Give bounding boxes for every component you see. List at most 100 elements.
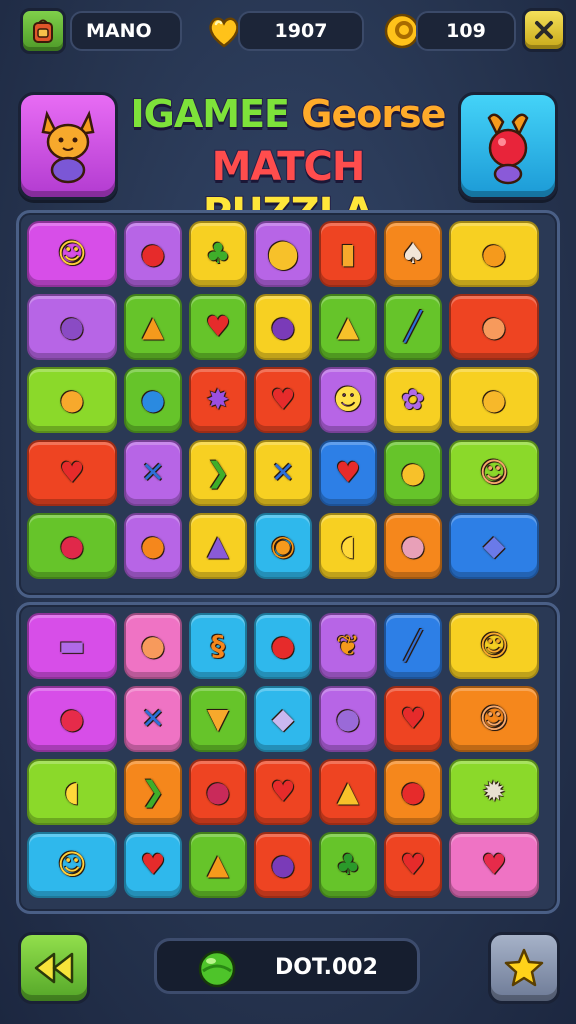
tile-bottom-r1-c5[interactable]: ❦ [319,613,377,679]
tile-top-r5-c5[interactable]: ◖ [319,513,377,579]
hedgehog-icon: ✹ [482,775,506,808]
tile-top-r4-c6[interactable]: ● [384,440,442,506]
tile-top-r4-c4[interactable]: ✕ [254,440,312,506]
tile-bottom-r3-c2[interactable]: ❯ [124,759,182,825]
tile-top-r5-c2[interactable]: ● [124,513,182,579]
strawberry-icon: ♥ [335,456,361,489]
balloon-icon: ♥ [481,848,507,881]
profile-button[interactable] [20,8,66,54]
game-title-line1: IGAMEE Georse [128,91,448,137]
tile-bottom-r2-c3[interactable]: ▼ [189,686,247,752]
tile-top-r2-c1[interactable]: ● [27,294,117,360]
tile-bottom-r2-c2[interactable]: ✕ [124,686,182,752]
tile-top-r1-c7[interactable]: ● [449,221,539,287]
tile-top-r3-c6[interactable]: ✿ [384,367,442,433]
pepper-icon: ▲ [337,310,359,343]
tile-top-r1-c2[interactable]: ● [124,221,182,287]
tile-bottom-r1-c7[interactable]: ☺ [449,613,539,679]
star-icon [504,948,544,987]
rewind-button[interactable] [18,932,90,1004]
character-card-left[interactable] [18,92,118,200]
tile-bottom-r1-c1[interactable]: ▬ [27,613,117,679]
tile-bottom-r2-c7[interactable]: ☺ [449,686,539,752]
tile-top-r2-c5[interactable]: ▲ [319,294,377,360]
tile-bottom-r3-c5[interactable]: ▲ [319,759,377,825]
basket-icon: ▬ [58,629,86,662]
tile-top-r3-c1[interactable]: ● [27,367,117,433]
tile-bottom-r1-c6[interactable]: ╱ [384,613,442,679]
tile-top-r2-c6[interactable]: ╱ [384,294,442,360]
tile-top-r4-c1[interactable]: ♥ [27,440,117,506]
bell-pepper-icon: ● [400,456,426,489]
tile-top-r3-c4[interactable]: ♥ [254,367,312,433]
heart-icon: ♥ [270,775,296,808]
cupcake-icon: ▼ [207,702,229,735]
tile-top-r1-c1[interactable]: ☺ [27,221,117,287]
tile-top-r1-c6[interactable]: ♠ [384,221,442,287]
tile-top-r3-c2[interactable]: ● [124,367,182,433]
lemon-icon: ● [59,383,85,416]
tile-bottom-r4-c7[interactable]: ♥ [449,832,539,898]
tile-top-r1-c4[interactable]: ⬤ [254,221,312,287]
tile-top-r5-c3[interactable]: ▲ [189,513,247,579]
tile-top-r2-c7[interactable]: ● [449,294,539,360]
tile-top-r4-c3[interactable]: ❯ [189,440,247,506]
tile-top-r5-c6[interactable]: ● [384,513,442,579]
tile-top-r1-c5[interactable]: ▮ [319,221,377,287]
heart-icon: ♥ [59,456,85,489]
tile-bottom-r4-c3[interactable]: ▲ [189,832,247,898]
tile-bottom-r2-c5[interactable]: ● [319,686,377,752]
tile-bottom-r4-c2[interactable]: ♥ [124,832,182,898]
tile-top-r4-c7[interactable]: ☺ [449,440,539,506]
onion-icon: ● [400,529,426,562]
tile-bottom-r2-c4[interactable]: ◆ [254,686,312,752]
blade-icon: ╱ [404,310,422,343]
heart-icon: ♥ [400,848,426,881]
character-card-right[interactable] [458,92,558,200]
tile-bottom-r3-c3[interactable]: ● [189,759,247,825]
chili-icon: ❯ [141,775,165,808]
game-board-top: ☺ ● ♣ ⬤ ▮ ♠ ● ● ▲ ♥ ● ▲ ╱ ● ● ● ✸ ♥ ☻ ✿ ● ♥ ✕ ❯ ✕ ♥ ● ☺ ● ● ▲ ◉ ◖ ● ◆ [16,210,560,598]
apple-icon: ● [270,629,296,662]
tile-top-r5-c4[interactable]: ◉ [254,513,312,579]
favorite-button[interactable] [488,932,560,1004]
tile-top-r2-c2[interactable]: ▲ [124,294,182,360]
orange-icon: ● [140,529,166,562]
tile-bottom-r4-c6[interactable]: ♥ [384,832,442,898]
game-board-bottom: ▬ ● § ● ❦ ╱ ☺ ● ✕ ▼ ◆ ● ♥ ☺ ◖ ❯ ● ♥ ▲ ● ✹ ☺ ♥ ▲ ● ♣ ♥ ♥ [16,602,560,914]
tile-bottom-r1-c3[interactable]: § [189,613,247,679]
tile-bottom-r3-c6[interactable]: ● [384,759,442,825]
tile-top-r1-c3[interactable]: ♣ [189,221,247,287]
tile-bottom-r4-c4[interactable]: ● [254,832,312,898]
score-bar: DOT.002 [154,938,420,994]
tile-bottom-r2-c6[interactable]: ♥ [384,686,442,752]
apple-icon: ● [400,775,426,808]
tile-bottom-r3-c4[interactable]: ♥ [254,759,312,825]
tile-top-r3-c5[interactable]: ☻ [319,367,377,433]
citrus-icon: ◉ [270,529,296,562]
plum-icon: ● [270,848,296,881]
tile-top-r4-c5[interactable]: ♥ [319,440,377,506]
close-button[interactable] [522,8,566,52]
tile-bottom-r1-c4[interactable]: ● [254,613,312,679]
tile-top-r3-c7[interactable]: ● [449,367,539,433]
tile-bottom-r4-c1[interactable]: ☺ [27,832,117,898]
tile-bottom-r4-c5[interactable]: ♣ [319,832,377,898]
strawberry-icon: ♥ [205,310,231,343]
skull-icon: ☻ [333,383,363,416]
tile-bottom-r1-c2[interactable]: ● [124,613,182,679]
tile-top-r4-c2[interactable]: ✕ [124,440,182,506]
top-bar: MANO 1907 109 [0,0,576,62]
plum-icon: ● [270,310,296,343]
tile-bottom-r2-c1[interactable]: ● [27,686,117,752]
player-name: MANO [86,20,152,42]
tile-bottom-r3-c7[interactable]: ✹ [449,759,539,825]
tile-top-r5-c1[interactable]: ● [27,513,117,579]
cross-icon: ✕ [271,456,295,489]
tile-top-r2-c4[interactable]: ● [254,294,312,360]
tile-top-r5-c7[interactable]: ◆ [449,513,539,579]
tile-bottom-r3-c1[interactable]: ◖ [27,759,117,825]
tile-top-r3-c3[interactable]: ✸ [189,367,247,433]
tile-top-r2-c3[interactable]: ♥ [189,294,247,360]
flower-icon: ✿ [401,383,425,416]
